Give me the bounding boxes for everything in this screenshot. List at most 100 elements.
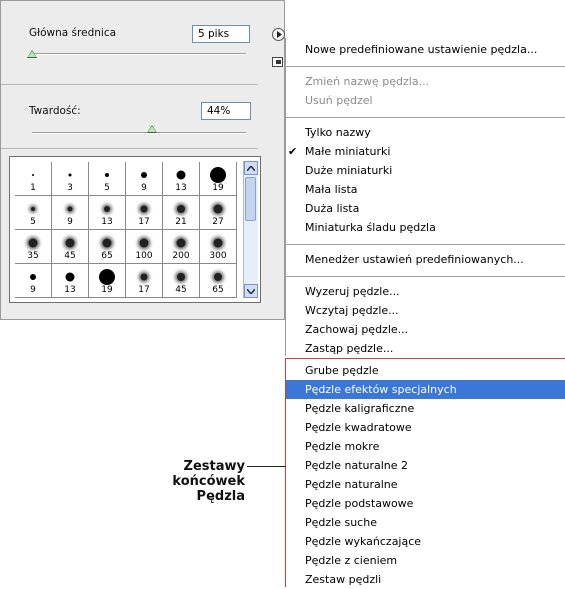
menu-item-label: Zastąp pędzle... (305, 342, 394, 355)
play-arrow-icon (276, 31, 282, 38)
brush-tip-cell[interactable]: 65 (200, 264, 237, 298)
menu-item[interactable]: Miniaturka śladu pędzla (286, 219, 565, 236)
menu-item[interactable]: Menedżer ustawień predefiniowanych... (286, 251, 565, 268)
menu-item-label: Menedżer ustawień predefiniowanych... (305, 253, 524, 266)
brush-set-menu-item[interactable]: Pędzle z cieniem (286, 551, 565, 570)
brush-tip-cell[interactable]: 13 (52, 264, 89, 298)
brush-tip-cell[interactable]: 5 (89, 162, 126, 196)
brush-size-label: 35 (27, 251, 39, 261)
menu-item-label: Wczytaj pędzle... (305, 304, 399, 317)
checkmark-icon: ✔ (288, 145, 298, 158)
menu-item[interactable]: Zastąp pędzle... (286, 340, 565, 357)
new-preset-icon[interactable] (272, 57, 283, 67)
master-diameter-field[interactable]: 5 piks (192, 25, 250, 43)
brush-set-menu-item[interactable]: Pędzle kwadratowe (286, 418, 565, 437)
brush-size-label: 3 (67, 183, 73, 193)
master-diameter-slider-track[interactable] (32, 53, 246, 55)
menu-item-label: Duże miniaturki (305, 164, 393, 177)
brush-tip-cell[interactable]: 9 (126, 162, 163, 196)
brush-tip-cell[interactable]: 19 (89, 264, 126, 298)
brush-set-menu-item[interactable]: Zestaw pędzli (286, 570, 565, 589)
menu-item[interactable]: Tylko nazwy (286, 124, 565, 141)
menu-item[interactable]: Duża lista (286, 200, 565, 217)
brush-tip-cell[interactable]: 9 (52, 196, 89, 230)
brush-size-label: 1 (30, 183, 36, 193)
callout-line-3: Pędzla (196, 489, 245, 504)
brush-set-menu-item[interactable]: Pędzle naturalne 2 (286, 456, 565, 475)
brush-size-label: 45 (64, 251, 76, 261)
brush-tip-cell[interactable]: 19 (200, 162, 237, 196)
brush-tip-cell[interactable]: 65 (89, 230, 126, 264)
brush-tip-cell[interactable]: 17 (126, 264, 163, 298)
callout-label: Zestawy końcówek Pędzla (172, 459, 245, 504)
menu-item[interactable]: Wczytaj pędzle... (286, 302, 565, 319)
menu-item: Zmień nazwę pędzla... (286, 73, 565, 90)
brush-tip-cell[interactable]: 3 (52, 162, 89, 196)
brush-tip-cell[interactable]: 27 (200, 196, 237, 230)
scroll-up-button[interactable] (244, 161, 258, 175)
brush-tip-icon (31, 207, 35, 211)
brush-tip-cell[interactable]: 21 (163, 196, 200, 230)
menu-item[interactable]: Wyzeruj pędzle... (286, 283, 565, 300)
brush-size-label: 9 (67, 217, 73, 227)
brush-size-label: 200 (172, 251, 190, 261)
brush-tip-cell[interactable]: 200 (163, 230, 200, 264)
brush-size-label: 19 (101, 285, 113, 295)
brush-size-label: 5 (104, 183, 110, 193)
menu-item[interactable]: Nowe predefiniowane ustawienie pędzla... (286, 41, 565, 58)
brush-tip-icon (65, 238, 75, 248)
brush-set-menu-item[interactable]: Pędzle kaligraficzne (286, 399, 565, 418)
menu-item[interactable]: Zachowaj pędzle... (286, 321, 565, 338)
brush-size-label: 9 (30, 285, 36, 295)
brush-set-menu-item[interactable]: Pędzle podstawowe (286, 494, 565, 513)
callout-line-2: końcówek (172, 474, 245, 489)
menu-item[interactable]: Duże miniaturki (286, 162, 565, 179)
brush-preset-panel: Główna średnica 5 piks Twardość: 44% 135… (0, 0, 285, 320)
scroll-down-button[interactable] (244, 284, 258, 298)
brush-tip-cell[interactable]: 300 (200, 230, 237, 264)
hardness-label: Twardość: (29, 105, 81, 117)
brush-tip-icon (102, 238, 112, 248)
brush-set-menu-item[interactable]: Pędzle naturalne (286, 475, 565, 494)
menu-item[interactable]: Mała lista (286, 181, 565, 198)
brush-set-menu-item[interactable]: Grube pędzle (286, 361, 565, 380)
brush-tip-cell[interactable]: 100 (126, 230, 163, 264)
brush-set-menu-item[interactable]: Pędzle wykańczające (286, 532, 565, 551)
brush-tip-cell[interactable]: 5 (15, 196, 52, 230)
brush-tip-cell[interactable]: 17 (126, 196, 163, 230)
brush-tip-cell[interactable]: 45 (52, 230, 89, 264)
hardness-slider-thumb[interactable] (147, 125, 158, 133)
panel-menu-button[interactable] (272, 28, 285, 41)
menu-separator (286, 276, 565, 277)
brush-tip-cell[interactable]: 13 (89, 196, 126, 230)
grid-scrollbar[interactable] (243, 161, 258, 298)
brush-size-label: 19 (212, 183, 224, 193)
master-diameter-slider-thumb[interactable] (27, 50, 37, 58)
brush-size-label: 13 (175, 183, 187, 193)
brush-tip-icon (213, 238, 223, 248)
menu-item-label: Usuń pędzel (305, 94, 373, 107)
menu-separator (286, 244, 565, 245)
brush-size-label: 27 (212, 217, 224, 227)
brush-tip-cell[interactable]: 45 (163, 264, 200, 298)
chevron-up-icon (247, 165, 255, 171)
menu-item-label: Zachowaj pędzle... (305, 323, 409, 336)
menu-item-label: Tylko nazwy (305, 126, 371, 139)
scroll-thumb[interactable] (245, 177, 256, 221)
callout-line-1: Zestawy (183, 459, 245, 474)
brush-set-menu-item[interactable]: Pędzle suche (286, 513, 565, 532)
brush-tip-icon (176, 170, 186, 180)
brush-tip-icon (176, 238, 186, 248)
menu-item-label: Wyzeruj pędzle... (305, 285, 400, 298)
brush-tip-icon (140, 205, 148, 213)
brush-tip-cell[interactable]: 9 (15, 264, 52, 298)
brush-set-menu-item[interactable]: Pędzle mokre (286, 437, 565, 456)
brush-tip-cell[interactable]: 1 (15, 162, 52, 196)
menu-separator (286, 117, 565, 118)
brush-set-menu-item[interactable]: Pędzle efektów specjalnych (286, 380, 565, 399)
hardness-slider-track[interactable] (32, 132, 246, 134)
menu-item[interactable]: ✔ Małe miniaturki (286, 143, 565, 160)
brush-tip-cell[interactable]: 35 (15, 230, 52, 264)
hardness-field[interactable]: 44% (201, 102, 251, 120)
brush-tip-cell[interactable]: 13 (163, 162, 200, 196)
